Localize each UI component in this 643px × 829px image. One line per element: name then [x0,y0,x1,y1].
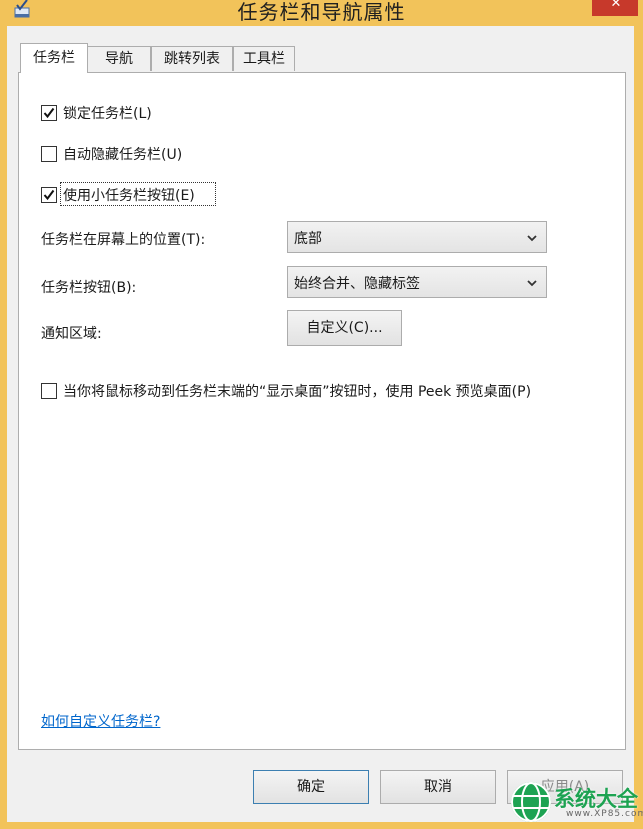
tab-jump-lists[interactable]: 跳转列表 [151,46,233,71]
checkmark-icon [43,189,55,201]
dialog-client: 任务栏 导航 跳转列表 工具栏 锁定任务栏(L) 自动隐藏任务栏(U) 使用小任… [7,26,634,822]
globe-logo-icon [511,782,551,822]
auto-hide-label: 自动隐藏任务栏(U) [63,147,183,163]
chevron-down-icon [527,235,537,242]
notification-area-label: 通知区域: [41,326,102,342]
ok-button[interactable]: 确定 [253,770,369,804]
position-value: 底部 [294,231,322,247]
chevron-down-icon [527,280,537,287]
watermark-url: www.XP85.com [566,809,643,819]
title-bar: 任务栏和导航属性 ✕ [0,0,643,24]
tab-panel: 锁定任务栏(L) 自动隐藏任务栏(U) 使用小任务栏按钮(E) 任务栏在屏幕上的… [18,72,626,750]
close-icon: ✕ [610,0,622,11]
small-buttons-label: 使用小任务栏按钮(E) [63,188,195,204]
peek-label: 当你将鼠标移动到任务栏末端的“显示桌面”按钮时，使用 Peek 预览桌面(P) [63,384,532,400]
tab-navigation[interactable]: 导航 [87,46,151,71]
window-title: 任务栏和导航属性 [237,0,406,24]
cancel-button[interactable]: 取消 [380,770,496,804]
tab-taskbar[interactable]: 任务栏 [20,43,88,73]
position-dropdown[interactable]: 底部 [287,221,547,253]
close-button[interactable]: ✕ [592,0,638,16]
position-label: 任务栏在屏幕上的位置(T): [41,232,206,248]
taskbar-buttons-dropdown[interactable]: 始终合并、隐藏标签 [287,266,547,298]
taskbar-buttons-label: 任务栏按钮(B): [41,280,137,296]
lock-taskbar-label: 锁定任务栏(L) [63,106,152,122]
small-buttons-checkbox[interactable] [41,187,57,203]
tab-toolbars[interactable]: 工具栏 [233,46,295,71]
auto-hide-checkbox[interactable] [41,146,57,162]
customize-button[interactable]: 自定义(C)... [287,310,402,346]
checkmark-icon [43,107,55,119]
help-link[interactable]: 如何自定义任务栏? [41,711,160,731]
lock-taskbar-checkbox[interactable] [41,105,57,121]
watermark: 系统大全 www.XP85.com [510,775,643,825]
peek-checkbox[interactable] [41,383,57,399]
taskbar-buttons-value: 始终合并、隐藏标签 [294,276,420,292]
